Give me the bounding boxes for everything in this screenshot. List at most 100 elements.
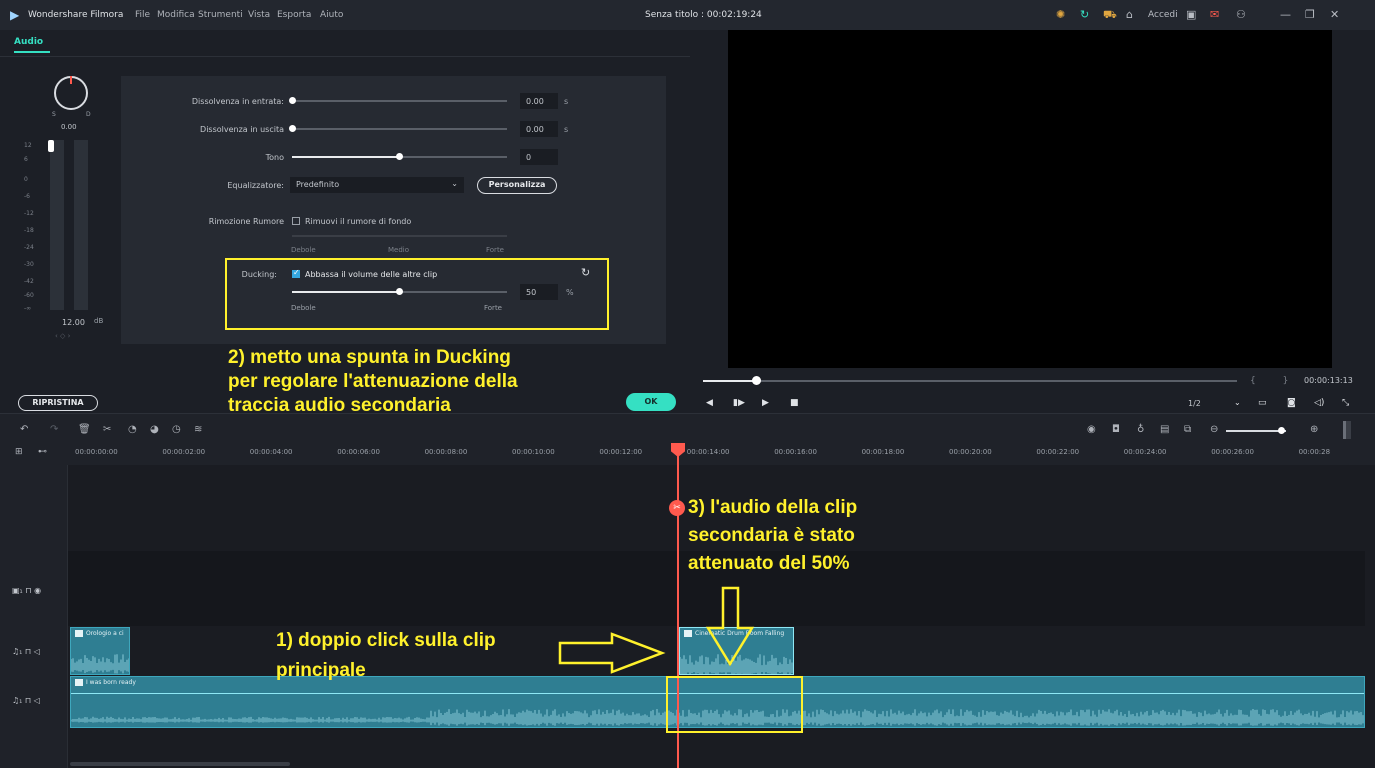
- annotation-3-line: attenuato del 50%: [688, 553, 850, 574]
- ruler-tick-label: 00:00:24:00: [1123, 448, 1167, 456]
- denoise-label: Rimozione Rumore: [208, 217, 284, 226]
- zoom-slider[interactable]: [1226, 430, 1286, 432]
- play-icon[interactable]: ▶: [762, 398, 769, 408]
- customize-equalizer-button[interactable]: Personalizza: [477, 177, 557, 194]
- fade-out-unit: s: [564, 125, 569, 134]
- mark-in-out-icon[interactable]: { }: [1250, 376, 1300, 386]
- annotation-3-line: secondaria è stato: [688, 525, 855, 546]
- playback-time: 00:00:13:13: [1304, 376, 1353, 385]
- bulb-icon[interactable]: ✺: [1056, 8, 1065, 21]
- voiceover-icon[interactable]: ▤: [1160, 424, 1169, 435]
- level-meter-right: [74, 140, 88, 310]
- annotation-2: 2) metto una spunta in Ducking per regol…: [228, 346, 518, 418]
- zoom-knob[interactable]: [1278, 427, 1285, 434]
- pitch-value[interactable]: 0: [520, 149, 558, 165]
- audio-track-1-header-icons[interactable]: ♫₁ ⊓ ◁: [12, 647, 40, 656]
- fade-in-slider[interactable]: [292, 100, 507, 102]
- menu-aiuto[interactable]: Aiuto: [320, 10, 343, 20]
- undo-icon[interactable]: ↶: [20, 424, 28, 435]
- clock-audio-clip[interactable]: Orologio a ci: [70, 627, 130, 675]
- tab-underline: [14, 51, 50, 53]
- volume-handle[interactable]: [48, 140, 54, 152]
- account-icon[interactable]: ⚇: [1236, 8, 1246, 21]
- marker-icon[interactable]: ◘: [1112, 424, 1120, 435]
- render-icon[interactable]: ◉: [1087, 424, 1096, 435]
- meter-scale-label: -30: [24, 261, 34, 268]
- link-icon[interactable]: ⊷: [38, 447, 47, 457]
- timeline-scrollbar[interactable]: [70, 762, 290, 766]
- color-icon[interactable]: ◕: [150, 424, 159, 435]
- annotation-2-line: per regolare l'attenuazione della: [228, 371, 518, 392]
- title-bar: ▶ Wondershare Filmora File Modifica Stru…: [0, 0, 1375, 30]
- save-icon[interactable]: ▣: [1186, 8, 1196, 21]
- audio-track-2-header-icons[interactable]: ♫₁ ⊓ ◁: [12, 696, 40, 705]
- close-icon[interactable]: ✕: [1330, 8, 1339, 21]
- denoise-level-weak: Debole: [291, 246, 316, 254]
- reset-button[interactable]: RIPRISTINA: [18, 395, 98, 411]
- video-track-header-icons[interactable]: ▣₁ ⊓ ◉: [12, 586, 41, 595]
- gift-icon[interactable]: ⌂: [1126, 8, 1133, 21]
- chevron-down-icon[interactable]: ⌄: [1234, 398, 1241, 407]
- sync-icon[interactable]: ↻: [1080, 8, 1089, 21]
- meter-controls-icon[interactable]: ‹ ◇ ›: [55, 332, 70, 340]
- menu-vista[interactable]: Vista: [248, 10, 270, 20]
- login-link[interactable]: Accedi: [1148, 10, 1178, 20]
- playback-progress-track[interactable]: [703, 380, 1237, 382]
- equalizer-select-value: Predefinito: [296, 180, 340, 189]
- ruler-tick-label: 00:00:16:00: [774, 448, 817, 456]
- cut-icon[interactable]: ✂: [103, 424, 111, 435]
- attenuated-audio-highlight-box: [666, 676, 803, 733]
- denoise-checkbox[interactable]: [292, 217, 300, 225]
- menu-file[interactable]: File: [135, 10, 150, 20]
- fade-in-knob[interactable]: [289, 97, 296, 104]
- fade-out-value[interactable]: 0.00: [520, 121, 558, 137]
- fade-out-knob[interactable]: [289, 125, 296, 132]
- snapshot-icon[interactable]: ◙: [1287, 398, 1296, 408]
- annotation-2-line: 2) metto una spunta in Ducking: [228, 347, 511, 368]
- fade-out-slider[interactable]: [292, 128, 507, 130]
- split-scissors-icon[interactable]: ✂: [669, 500, 685, 516]
- menu-esporta[interactable]: Esporta: [277, 10, 311, 20]
- meter-scale-label: -60: [24, 292, 34, 299]
- preview-quality[interactable]: 1/2: [1188, 399, 1201, 408]
- ruler-tick-label: 00:00:28: [1298, 448, 1331, 456]
- equalizer-select[interactable]: Predefinito ⌄: [290, 177, 464, 193]
- play-back-icon[interactable]: ▮▶: [733, 398, 745, 408]
- restore-icon[interactable]: ❐: [1305, 8, 1315, 21]
- fade-in-value[interactable]: 0.00: [520, 93, 558, 109]
- equalizer-label: Equalizzatore:: [227, 181, 284, 190]
- secondary-audio-clip[interactable]: Cinematic Drum Boom Falling: [679, 627, 794, 675]
- denoise-slider: [292, 235, 507, 237]
- delete-icon[interactable]: 🗑: [78, 424, 91, 435]
- volume-icon[interactable]: ◁): [1314, 398, 1324, 408]
- annotation-2-line: traccia audio secondaria: [228, 395, 451, 416]
- zoom-in-icon[interactable]: ⊕: [1310, 424, 1318, 435]
- snap-icon[interactable]: ⧉: [1184, 424, 1191, 435]
- prev-frame-icon[interactable]: ◀︎: [706, 398, 713, 408]
- audio-wave-icon[interactable]: ≋: [194, 424, 202, 435]
- stop-icon[interactable]: ■: [790, 398, 799, 408]
- secondary-clip-waveform: [680, 654, 793, 674]
- speed-icon[interactable]: ◔: [128, 424, 137, 435]
- ok-button[interactable]: OK: [626, 393, 676, 411]
- pitch-knob[interactable]: [396, 153, 403, 160]
- annotation-1: 1) doppio click sulla clip principale: [276, 626, 496, 686]
- panel-toggle-icon[interactable]: [1343, 421, 1351, 439]
- mic-icon[interactable]: ♁: [1137, 424, 1144, 435]
- menu-strumenti[interactable]: Strumenti: [198, 10, 243, 20]
- divider: [0, 56, 690, 57]
- annotation-1-line: principale: [276, 660, 366, 681]
- timer-icon[interactable]: ◷: [172, 424, 181, 435]
- redo-icon[interactable]: ↷: [50, 424, 58, 435]
- menu-modifica[interactable]: Modifica: [157, 10, 195, 20]
- fullscreen-icon[interactable]: ⤡: [1342, 398, 1349, 408]
- mail-icon[interactable]: ✉: [1210, 8, 1219, 21]
- meter-scale-label: -6: [24, 193, 30, 200]
- zoom-out-icon[interactable]: ⊖: [1210, 424, 1218, 435]
- add-track-icon[interactable]: ⊞: [15, 447, 23, 457]
- tab-audio[interactable]: Audio: [14, 37, 43, 47]
- display-icon[interactable]: ▭: [1258, 398, 1267, 408]
- cart-icon[interactable]: ⛟: [1103, 8, 1117, 23]
- ruler-tick-label: 00:00:26:00: [1211, 448, 1254, 456]
- minimize-icon[interactable]: —: [1280, 8, 1291, 21]
